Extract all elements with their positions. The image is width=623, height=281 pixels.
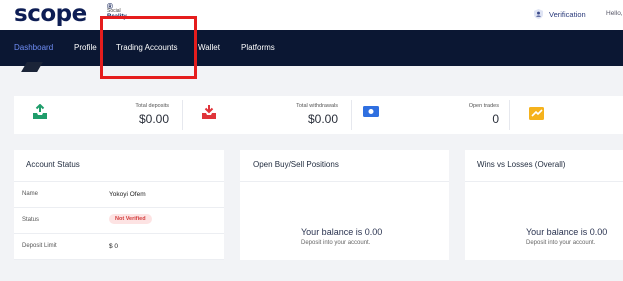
verification-link[interactable]: Verification [534,8,586,20]
stat-total-deposits: Total deposits $0.00 [14,96,182,134]
balance-text: Your balance is 0.00 [301,227,383,237]
deposit-hint: Deposit into your account. [526,240,596,246]
stat-total-withdrawals: Total withdrawals $0.00 [183,96,351,134]
divider [240,181,449,182]
account-status-panel: Account Status Name Yokoyi Ofem Status N… [14,150,224,260]
verification-label: Verification [549,9,586,19]
stat-label: Open trades [468,103,499,109]
stat-label: Total deposits [135,103,169,109]
panel-title: Open Buy/Sell Positions [253,160,339,169]
wins-losses-panel: Wins vs Losses (Overall) Your balance is… [465,150,623,260]
stats-strip: Total deposits $0.00 Total withdrawals $… [14,96,623,134]
stat-value: $0.00 [138,112,169,126]
download-tray-icon [33,104,47,119]
stat-open-trades: Open trades 0 [352,96,509,134]
cash-icon [363,106,379,117]
stat-value: 0 [492,112,499,126]
status-badge: Not Verified [109,214,152,224]
deposit-hint: Deposit into your account. [301,240,371,246]
panel-title: Wins vs Losses (Overall) [477,160,566,169]
upload-tray-icon [202,105,216,119]
brand-name: scope [14,1,87,27]
annotation-highlight-box [100,16,197,79]
row-value: $ 0 [109,243,119,250]
row-key: Name [22,191,39,197]
stat-label: Total withdrawals [296,103,338,109]
panel-title: Account Status [26,160,80,169]
stat-value: $0.00 [307,112,338,126]
nav-profile[interactable]: Profile [74,43,97,52]
divider [465,181,623,182]
chart-card-icon [529,107,544,120]
nav-wallet[interactable]: Wallet [198,43,220,52]
user-greeting[interactable]: Hello, [606,10,623,17]
main-nav: Dashboard Profile Trading Accounts Walle… [0,30,623,66]
row-key: Deposit Limit [22,243,57,249]
row-value: Yokoyi Ofem [109,191,146,198]
row-key: Status [22,217,40,223]
table-row: Deposit Limit $ 0 [14,234,224,260]
balance-text: Your balance is 0.00 [526,227,608,237]
nav-platforms[interactable]: Platforms [241,43,275,52]
stat-card-4 [510,96,623,134]
top-header: scope ® Social Reality Verification Hell… [0,0,623,30]
shield-user-icon [534,9,543,19]
table-row: Name Yokoyi Ofem [14,182,224,208]
positions-panel: Open Buy/Sell Positions Your balance is … [240,150,449,260]
nav-dashboard[interactable]: Dashboard [14,43,53,52]
table-row: Status Not Verified [14,208,224,234]
